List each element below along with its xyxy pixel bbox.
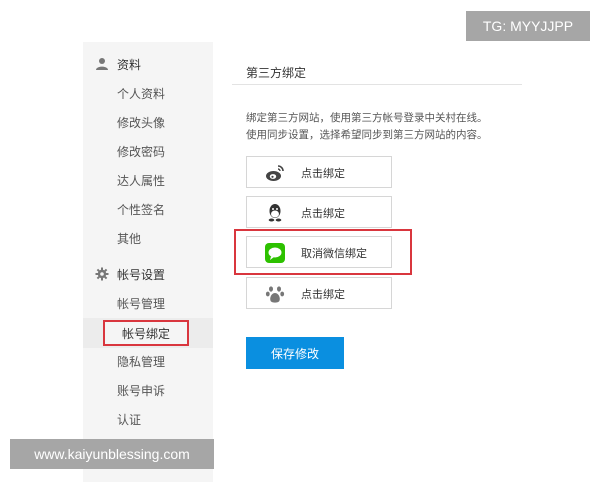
bind-qq-button[interactable]: 点击绑定	[246, 196, 392, 228]
page-title: 第三方绑定	[246, 66, 307, 80]
user-icon	[95, 57, 109, 71]
wechat-highlight-box	[234, 229, 412, 275]
sidebar-item-account-appeal[interactable]: 账号申诉	[117, 380, 165, 400]
section-header-profile: 资料	[95, 54, 141, 74]
bind-weibo-button[interactable]: 点击绑定	[246, 156, 392, 188]
qq-icon	[265, 203, 285, 223]
sidebar-item-change-avatar[interactable]: 修改头像	[117, 112, 165, 132]
description-line-2: 使用同步设置，选择希望同步到第三方网站的内容。	[246, 129, 488, 141]
bind-baidu-label: 点击绑定	[301, 288, 345, 301]
sidebar-item-account-management[interactable]: 帐号管理	[117, 293, 165, 313]
bind-weibo-label: 点击绑定	[301, 167, 345, 180]
sidebar-item-privacy-management[interactable]: 隐私管理	[117, 351, 165, 371]
bind-baidu-button[interactable]: 点击绑定	[246, 277, 392, 309]
sidebar-item-change-password[interactable]: 修改密码	[117, 141, 165, 161]
section-header-account: 帐号设置	[95, 264, 165, 284]
save-button[interactable]: 保存修改	[246, 337, 344, 369]
baidu-icon	[265, 284, 285, 304]
description-line-1: 绑定第三方网站，使用第三方帐号登录中关村在线。	[246, 112, 488, 124]
sidebar-item-account-binding[interactable]: 帐号绑定	[103, 320, 189, 346]
section-label-profile: 资料	[117, 57, 142, 72]
sidebar-item-signature[interactable]: 个性签名	[117, 199, 165, 219]
gear-icon	[95, 267, 109, 281]
sidebar-item-personal-info[interactable]: 个人资料	[117, 83, 165, 103]
watermark-top: TG: MYYJJPP	[466, 11, 590, 41]
sidebar: 资料 个人资料 修改头像 修改密码 达人属性 个性签名 其他 帐号设置 帐号管理…	[83, 42, 213, 482]
sidebar-item-expert-attributes[interactable]: 达人属性	[117, 170, 165, 190]
section-label-account: 帐号设置	[117, 267, 166, 282]
watermark-bottom: www.kaiyunblessing.com	[10, 439, 214, 469]
bind-qq-label: 点击绑定	[301, 207, 345, 220]
sidebar-item-other[interactable]: 其他	[117, 228, 141, 248]
title-divider	[232, 84, 522, 85]
sidebar-item-verification[interactable]: 认证	[117, 409, 141, 429]
weibo-icon	[265, 163, 285, 183]
